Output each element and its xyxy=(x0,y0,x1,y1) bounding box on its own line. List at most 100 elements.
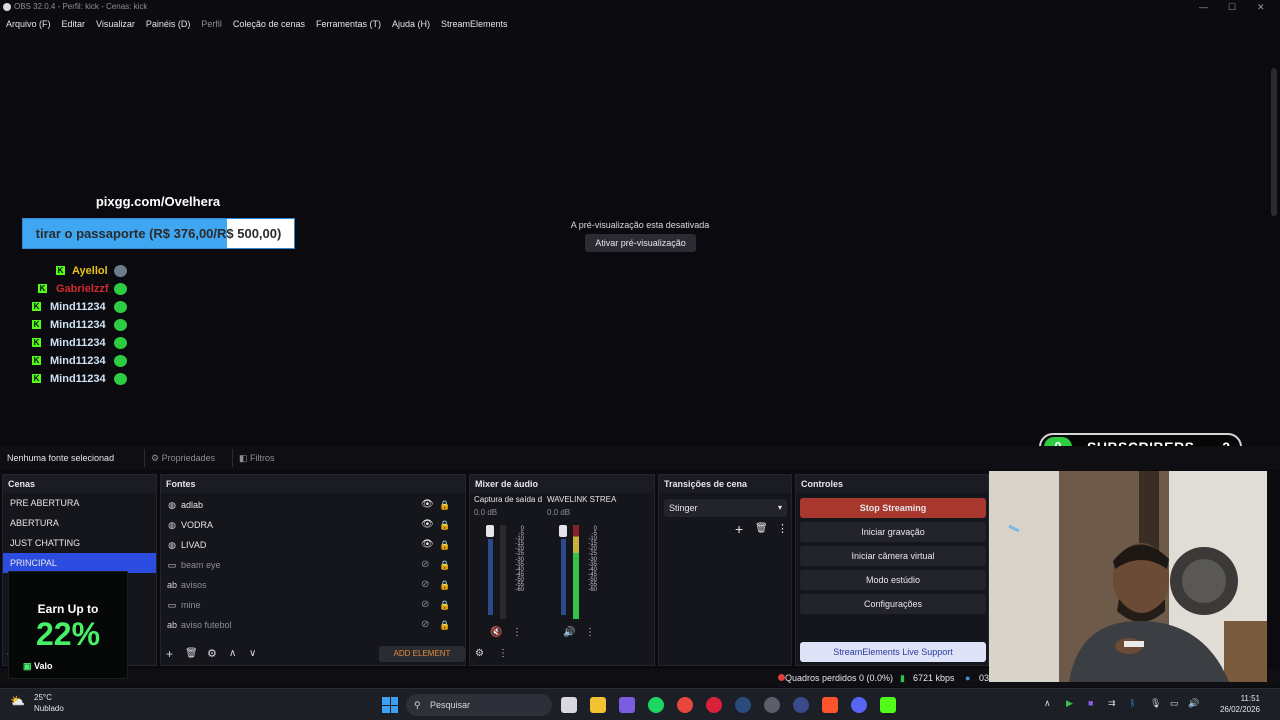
preview-scrollbar[interactable] xyxy=(1271,68,1277,216)
muted-speaker-icon[interactable]: 🔇 xyxy=(490,627,504,639)
speaker-icon[interactable]: 🔊 xyxy=(563,627,575,638)
eye-hidden-icon[interactable]: ⊘ xyxy=(421,615,429,635)
properties-button[interactable]: ⚙ Propriedades xyxy=(144,449,221,467)
source-item[interactable]: ▭ beam eye ⊘ 🔒 xyxy=(161,555,465,575)
source-name: VODRA xyxy=(181,520,214,530)
text-icon: ab xyxy=(167,620,178,630)
close-icon[interactable]: ✕ xyxy=(1257,0,1265,14)
lock-icon[interactable]: 🔒 xyxy=(439,535,450,555)
filters-button[interactable]: ◧ Filtros xyxy=(232,449,281,467)
minimize-icon[interactable]: — xyxy=(1199,0,1208,14)
weather-widget[interactable]: ⛅ 25°C Nublado xyxy=(10,692,64,714)
remove-source-icon[interactable]: 🗑 xyxy=(185,647,198,661)
brave-icon[interactable] xyxy=(822,697,838,713)
move-down-icon[interactable]: ∨ xyxy=(249,647,256,661)
scene-item[interactable]: PRINCIPAL xyxy=(3,553,156,573)
gear-icon[interactable]: ⚙ xyxy=(207,647,217,661)
add-source-icon[interactable]: + xyxy=(166,647,173,661)
obs-app-icon[interactable] xyxy=(764,697,780,713)
live-support-button[interactable]: StreamElements Live Support xyxy=(800,642,986,662)
chat-row: K Mind11234 xyxy=(28,370,148,388)
scene-item[interactable]: ABERTURA xyxy=(3,513,156,533)
menu-streamelements[interactable]: StreamElements xyxy=(441,19,508,29)
sources-title: Fontes xyxy=(161,475,465,493)
settings-button[interactable]: Configurações xyxy=(800,594,986,614)
menu-perfil[interactable]: Perfil xyxy=(201,19,222,29)
steam-icon[interactable] xyxy=(735,697,751,713)
ad-overlay: Earn Up to 22% ▣ Valo xyxy=(8,571,128,679)
tray-share-icon[interactable]: ⇉ xyxy=(1108,698,1116,709)
eye-hidden-icon[interactable]: ⊘ xyxy=(421,595,429,615)
eye-hidden-icon[interactable]: ⊘ xyxy=(421,575,429,595)
eye-icon[interactable]: 👁 xyxy=(421,535,434,555)
stop-streaming-button[interactable]: Stop Streaming xyxy=(800,498,986,518)
signal-icon: ▮ xyxy=(900,673,905,683)
volume-slider-handle[interactable] xyxy=(559,525,567,537)
virtual-camera-button[interactable]: Iniciar câmera virtual xyxy=(800,546,986,566)
volume-slider-track[interactable] xyxy=(561,539,566,615)
source-item[interactable]: ◍ adlab 👁 🔒 xyxy=(161,495,465,515)
discord-icon[interactable] xyxy=(851,697,867,713)
more-options-icon[interactable]: ⋮ xyxy=(585,627,595,638)
move-up-icon[interactable]: ∧ xyxy=(229,647,236,661)
volume-slider-handle[interactable] xyxy=(486,525,494,537)
task-view-icon[interactable] xyxy=(561,697,577,713)
maximize-icon[interactable]: ☐ xyxy=(1228,0,1236,14)
menu-arquivo[interactable]: Arquivo (F) xyxy=(6,19,51,29)
eye-hidden-icon[interactable]: ⊘ xyxy=(421,555,429,575)
scene-item[interactable]: PRE ABERTURA xyxy=(3,493,156,513)
lock-icon[interactable]: 🔒 xyxy=(439,515,450,535)
menu-ajuda[interactable]: Ajuda (H) xyxy=(392,19,430,29)
source-item[interactable]: ab aviso futebol ⊘ 🔒 xyxy=(161,615,465,635)
add-element-button[interactable]: ADD ELEMENT xyxy=(379,646,465,662)
volume-icon[interactable]: 🔊 xyxy=(1188,698,1199,709)
opera-gx-icon[interactable] xyxy=(706,697,722,713)
enable-preview-button[interactable]: Ativar pré-visualização xyxy=(585,234,696,252)
lock-icon[interactable]: 🔒 xyxy=(439,575,450,595)
start-recording-button[interactable]: Iniciar gravação xyxy=(800,522,986,542)
menu-ferramentas[interactable]: Ferramentas (T) xyxy=(316,19,381,29)
bluetooth-icon[interactable]: ᛒ xyxy=(1130,698,1135,708)
menu-colecao-cenas[interactable]: Coleção de cenas xyxy=(233,19,305,29)
gear-icon: ⚙ xyxy=(151,453,160,463)
chrome-icon[interactable] xyxy=(677,697,693,713)
more-options-icon[interactable]: ⋮ xyxy=(777,522,788,535)
eye-icon[interactable]: 👁 xyxy=(421,515,434,535)
volume-slider-track[interactable] xyxy=(488,539,493,615)
menu-editar[interactable]: Editar xyxy=(62,19,86,29)
windows-start-icon[interactable] xyxy=(382,697,398,713)
app-grid-icon[interactable] xyxy=(619,697,635,713)
taskbar-search[interactable]: ⚲ Pesquisar xyxy=(406,694,552,716)
more-options-icon[interactable]: ⋮ xyxy=(512,627,522,638)
system-clock[interactable]: 11:51 26/02/2026 xyxy=(1220,693,1260,715)
channel-name: WAVELINK STREAM xyxy=(547,495,617,504)
source-item[interactable]: ◍ LIVAD 👁 🔒 xyxy=(161,535,465,555)
scene-item[interactable]: JUST CHATTING xyxy=(3,533,156,553)
lock-icon[interactable]: 🔒 xyxy=(439,595,450,615)
source-item[interactable]: ab avisos ⊘ 🔒 xyxy=(161,575,465,595)
lock-icon[interactable]: 🔒 xyxy=(439,555,450,575)
eye-icon[interactable]: 👁 xyxy=(421,495,434,515)
mixer-settings-icon[interactable]: ⚙ xyxy=(475,647,484,661)
chat-row: K Mind11234 xyxy=(28,352,148,370)
chevron-up-icon[interactable]: ∧ xyxy=(1044,698,1051,709)
add-transition-icon[interactable]: + xyxy=(735,521,743,537)
source-item[interactable]: ◍ VODRA 👁 🔒 xyxy=(161,515,465,535)
tray-app-icon[interactable]: ■ xyxy=(1088,698,1093,708)
tray-play-icon[interactable]: ▶ xyxy=(1066,698,1073,709)
menu-visualizar[interactable]: Visualizar xyxy=(96,19,135,29)
remove-transition-icon[interactable]: 🗑 xyxy=(755,523,768,534)
lock-icon[interactable]: 🔒 xyxy=(439,495,450,515)
studio-mode-button[interactable]: Modo estúdio xyxy=(800,570,986,590)
spotify-icon[interactable] xyxy=(648,697,664,713)
menu-paineis[interactable]: Painéis (D) xyxy=(146,19,191,29)
transition-select[interactable]: Stinger ▾ xyxy=(664,499,787,517)
kick-app-icon[interactable] xyxy=(880,697,896,713)
microphone-icon[interactable]: 🎙 xyxy=(1150,698,1161,709)
source-item[interactable]: ▭ mine ⊘ 🔒 xyxy=(161,595,465,615)
lock-icon[interactable]: 🔒 xyxy=(439,615,450,635)
more-options-icon[interactable]: ⋮ xyxy=(498,647,508,661)
network-icon[interactable]: ▭ xyxy=(1170,698,1179,709)
file-explorer-icon[interactable] xyxy=(590,697,606,713)
arrow-app-icon[interactable] xyxy=(793,697,809,713)
